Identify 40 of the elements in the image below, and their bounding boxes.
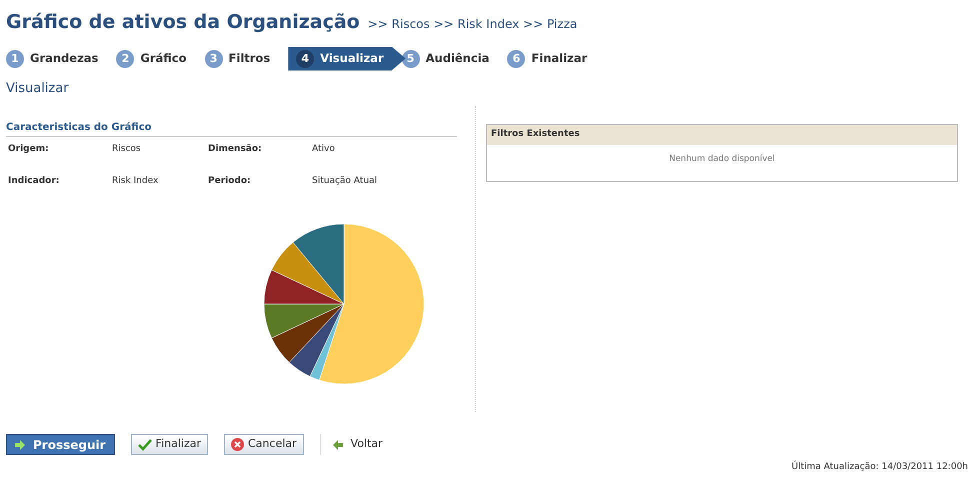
step-label: Audiência: [426, 50, 490, 67]
step-number: 5: [402, 50, 420, 68]
field-value: Riscos: [112, 143, 142, 156]
wizard-step[interactable]: 6 Finalizar: [507, 46, 606, 70]
wizard-step[interactable]: 4 Visualizar: [288, 46, 406, 70]
page-title: Gráfico de ativos da Organização: [6, 10, 360, 35]
field-value: Risk Index: [112, 174, 160, 188]
arrow-left-icon: [332, 440, 343, 450]
cancel-icon: [231, 438, 244, 451]
cancel-button[interactable]: Cancelar: [224, 434, 304, 455]
wizard-step[interactable]: 1 Grandezas: [6, 46, 116, 70]
field-value: Situação Atual: [312, 174, 378, 188]
section-title: Visualizar: [5, 80, 70, 98]
field-label: Origem:: [8, 143, 50, 156]
step-label: Filtros: [228, 50, 270, 67]
wizard-step[interactable]: 3 Filtros: [204, 46, 288, 70]
step-label: Visualizar: [320, 50, 384, 67]
step-number: 1: [6, 50, 24, 68]
wizard-step[interactable]: 2 Gráfico: [116, 46, 205, 70]
step-number: 3: [204, 50, 223, 68]
finish-button[interactable]: Finalizar: [130, 434, 208, 455]
last-update: Última Atualização: 14/03/2011 12:00h: [792, 461, 968, 474]
breadcrumb: >> Riscos >> Risk Index >> Pizza: [368, 16, 578, 33]
field-label: Indicador:: [8, 174, 60, 188]
field-label: Dimensão:: [208, 143, 263, 156]
step-label: Grandezas: [30, 50, 98, 67]
back-link[interactable]: Voltar: [320, 434, 383, 455]
step-label: Gráfico: [140, 50, 187, 67]
step-number: 6: [507, 50, 526, 68]
empty-message: Nenhum dado disponível: [668, 152, 776, 166]
arrow-right-icon: [15, 440, 25, 450]
filters-title: Filtros Existentes: [487, 125, 957, 144]
step-number: 2: [116, 50, 134, 68]
step-label: Finalizar: [531, 50, 588, 67]
step-number: 4: [296, 50, 314, 68]
field-label: Periodo:: [208, 174, 252, 188]
checkmark-icon: [138, 438, 152, 450]
field-value: Ativo: [312, 143, 336, 156]
characteristics-title: Caracteristicas do Gráfico: [6, 120, 457, 137]
proceed-button[interactable]: Prosseguir: [6, 434, 115, 455]
